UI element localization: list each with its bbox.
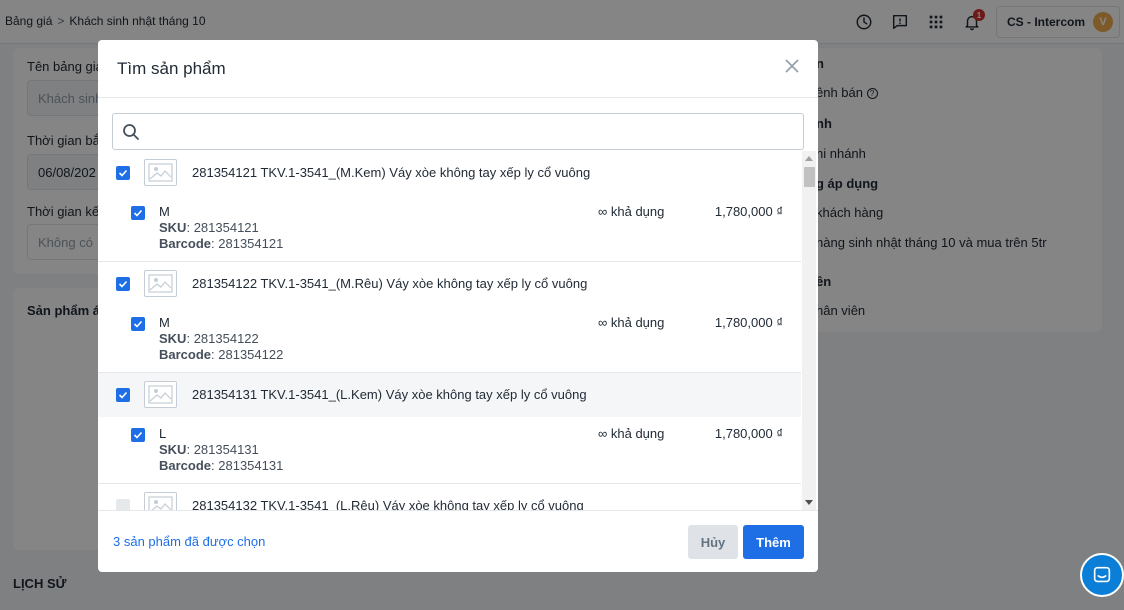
product-checkbox[interactable] — [116, 388, 130, 402]
variant-name: L — [159, 426, 167, 441]
variant-availability: ∞ khả dụng — [598, 426, 665, 441]
product-name: 281354122 TKV.1-3541_(M.Rêu) Váy xòe khô… — [192, 276, 588, 291]
variant-barcode: Barcode: 281354122 — [159, 347, 284, 362]
barcode-value: 281354121 — [218, 236, 284, 251]
product-image-placeholder-icon — [144, 270, 177, 297]
variant-name: M — [159, 315, 170, 330]
variant-checkbox[interactable] — [131, 428, 145, 442]
chat-launcher-button[interactable] — [1080, 553, 1124, 597]
product-image-placeholder-icon — [144, 159, 177, 186]
barcode-label: Barcode — [159, 236, 212, 251]
product-name: 281354132 TKV.1-3541_(L.Rêu) Váy xòe khô… — [192, 498, 584, 510]
barcode-value: 281354122 — [218, 347, 284, 362]
product-checkbox[interactable] — [116, 166, 130, 180]
product-row[interactable]: 281354122 TKV.1-3541_(M.Rêu) Váy xòe khô… — [98, 262, 801, 306]
variant-row[interactable]: M SKU: 281354122 Barcode: 281354122 ∞ kh… — [98, 306, 801, 372]
product-image-placeholder-icon — [144, 381, 177, 408]
search-icon — [123, 124, 139, 140]
product-group: 281354122 TKV.1-3541_(M.Rêu) Váy xòe khô… — [98, 262, 801, 373]
chat-icon — [1093, 566, 1111, 583]
sku-value: 281354122 — [193, 331, 259, 346]
variant-price: 1,780,000 ₫ — [714, 204, 783, 219]
variant-row[interactable]: M SKU: 281354121 Barcode: 281354121 ∞ kh… — [98, 195, 801, 261]
variant-checkbox[interactable] — [131, 317, 145, 331]
variant-barcode: Barcode: 281354121 — [159, 236, 284, 251]
variant-sku: SKU: 281354122 — [159, 331, 259, 346]
add-button[interactable]: Thêm — [743, 525, 804, 559]
scroll-up-arrow-icon[interactable] — [805, 156, 813, 161]
product-group: 281354131 TKV.1-3541_(L.Kem) Váy xòe khô… — [98, 373, 801, 484]
product-checkbox[interactable] — [116, 277, 130, 291]
barcode-label: Barcode — [159, 347, 212, 362]
product-list: 281354121 TKV.1-3541_(M.Kem) Váy xòe khô… — [98, 151, 801, 510]
cancel-button[interactable]: Hủy — [688, 525, 738, 559]
selected-count-link[interactable]: 3 sản phẩm đã được chọn — [113, 534, 265, 549]
modal-title: Tìm sản phẩm — [117, 59, 226, 78]
sku-label: SKU — [159, 331, 187, 346]
variant-barcode: Barcode: 281354131 — [159, 458, 284, 473]
product-group: 281354121 TKV.1-3541_(M.Kem) Váy xòe khô… — [98, 151, 801, 262]
variant-sku: SKU: 281354121 — [159, 220, 259, 235]
sku-label: SKU — [159, 442, 187, 457]
barcode-value: 281354131 — [218, 458, 284, 473]
sku-value: 281354131 — [193, 442, 259, 457]
find-product-modal: Tìm sản phẩm 281354121 TKV.1-3541_(M.Kem… — [98, 40, 818, 572]
modal-footer: 3 sản phẩm đã được chọn Hủy Thêm — [98, 510, 818, 572]
variant-checkbox[interactable] — [131, 206, 145, 220]
product-checkbox[interactable] — [116, 499, 130, 510]
sku-value: 281354121 — [193, 220, 259, 235]
modal-header: Tìm sản phẩm — [98, 40, 818, 98]
barcode-label: Barcode — [159, 458, 212, 473]
variant-availability: ∞ khả dụng — [598, 315, 665, 330]
product-search — [112, 113, 804, 150]
sku-label: SKU — [159, 220, 187, 235]
product-group: 281354132 TKV.1-3541_(L.Rêu) Váy xòe khô… — [98, 484, 801, 510]
scroll-thumb[interactable] — [804, 167, 815, 187]
product-row[interactable]: 281354132 TKV.1-3541_(L.Rêu) Váy xòe khô… — [98, 484, 801, 510]
variant-availability: ∞ khả dụng — [598, 204, 665, 219]
list-scrollbar[interactable] — [802, 151, 816, 510]
variant-name: M — [159, 204, 170, 219]
close-icon[interactable] — [782, 56, 802, 76]
variant-row[interactable]: L SKU: 281354131 Barcode: 281354131 ∞ kh… — [98, 417, 801, 483]
variant-price: 1,780,000 ₫ — [714, 315, 783, 330]
variant-sku: SKU: 281354131 — [159, 442, 259, 457]
product-row[interactable]: 281354121 TKV.1-3541_(M.Kem) Váy xòe khô… — [98, 151, 801, 195]
product-name: 281354131 TKV.1-3541_(L.Kem) Váy xòe khô… — [192, 387, 587, 402]
product-row[interactable]: 281354131 TKV.1-3541_(L.Kem) Váy xòe khô… — [98, 373, 801, 417]
scroll-down-arrow-icon[interactable] — [805, 500, 813, 505]
search-input[interactable] — [147, 120, 787, 144]
variant-price: 1,780,000 ₫ — [714, 426, 783, 441]
product-name: 281354121 TKV.1-3541_(M.Kem) Váy xòe khô… — [192, 165, 591, 180]
product-image-placeholder-icon — [144, 492, 177, 510]
